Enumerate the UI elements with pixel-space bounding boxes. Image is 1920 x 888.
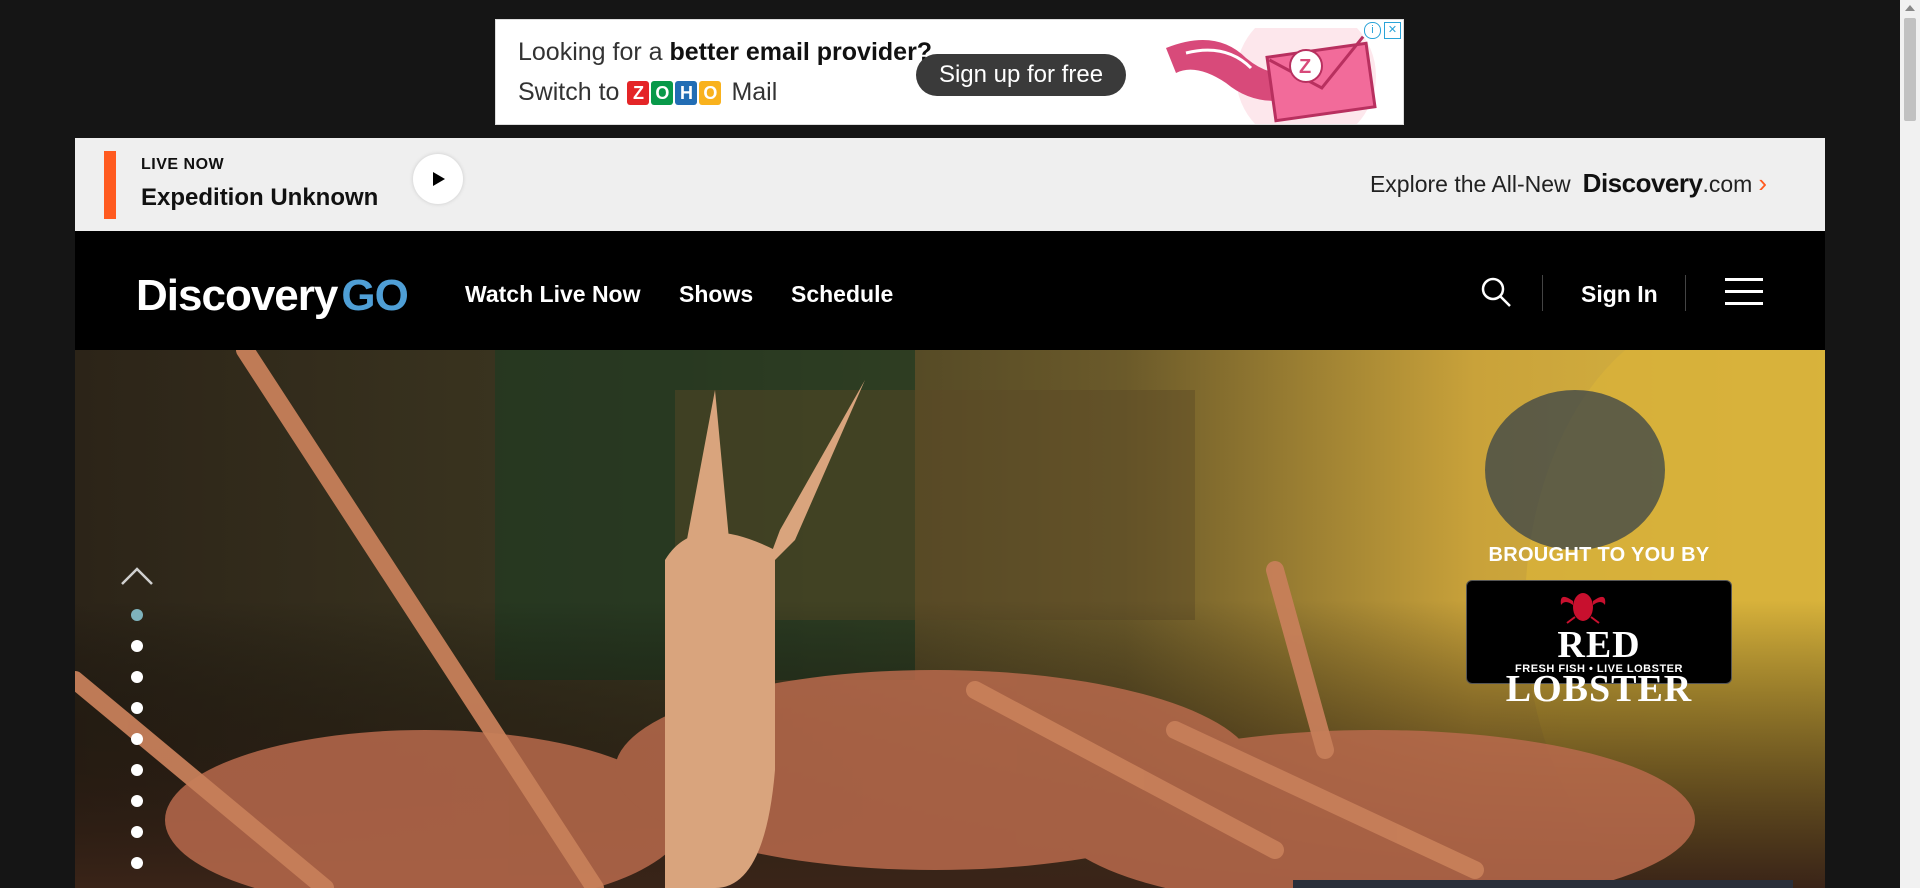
carousel-dot[interactable] [131,702,143,714]
search-icon [1481,277,1511,307]
explore-suffix: .com [1702,171,1753,197]
ad-banner[interactable]: Looking for a better email provider? Swi… [495,19,1404,125]
discovery-brand: Discovery [1582,168,1703,198]
play-icon [433,172,445,186]
explore-prefix: Explore the All-New [1369,171,1571,197]
next-content-peek [1293,880,1793,888]
carousel-dot[interactable] [131,795,143,807]
lobster-icon [1560,593,1606,624]
main-navigation: DiscoveryGO Watch Live Now Shows Schedul… [75,231,1825,350]
ad-choices[interactable]: i ✕ [1364,22,1401,39]
zoho-letter: H [675,80,698,105]
carousel-dot[interactable] [131,826,143,838]
live-now-label: LIVE NOW [141,156,225,173]
ad-info-icon[interactable]: i [1364,22,1381,39]
sponsor-label: BROUGHT TO YOU BY [1488,544,1710,566]
carousel-dot[interactable] [131,764,143,776]
carousel-pagination [131,609,143,888]
sponsor-block: BROUGHT TO YOU BY RED LOBSTER FRESH FISH… [1466,544,1732,710]
chevron-right-icon: › [1758,168,1767,198]
zoho-letter: O [699,80,722,105]
play-button[interactable] [413,154,463,204]
carousel-dot[interactable] [131,733,143,745]
hamburger-menu-icon[interactable] [1725,278,1763,306]
page-scrollbar[interactable] [1900,0,1920,888]
logo-go: GO [341,271,408,320]
ad-subline: Switch to Z O H O Mail [518,78,777,107]
nav-shows[interactable]: Shows [679,281,753,308]
ad-signup-button[interactable]: Sign up for free [916,54,1126,96]
zoho-letter: Z [627,80,650,105]
sponsor-tagline: FRESH FISH • LIVE LOBSTER [1515,663,1683,675]
scroll-up-arrow-icon[interactable] [1905,5,1915,11]
live-now-bar: LIVE NOW Expedition Unknown Explore the … [75,138,1825,231]
ad-headline: Looking for a better email provider? [518,38,932,67]
zoho-logo: Z O H O [627,80,723,105]
scrollbar-thumb[interactable] [1904,18,1916,121]
ad-headline-prefix: Looking for a [518,38,670,66]
sign-in-button[interactable]: Sign In [1581,281,1658,308]
ad-close-icon[interactable]: ✕ [1384,22,1401,39]
ad-product: Mail [731,78,778,106]
chevron-up-icon[interactable] [120,566,154,586]
live-accent-bar [104,151,116,219]
nav-schedule[interactable]: Schedule [791,281,893,308]
envelope-icon: Z [1166,28,1377,124]
carousel-dot[interactable] [131,857,143,869]
ad-headline-bold: better email provider? [669,38,933,66]
nav-divider [1542,275,1543,311]
svg-text:Z: Z [1299,56,1311,78]
carousel-dot[interactable] [131,609,143,621]
nav-watch-live-now[interactable]: Watch Live Now [465,281,641,308]
zoho-letter: O [651,80,674,105]
carousel-dot[interactable] [131,671,143,683]
discovery-go-logo[interactable]: DiscoveryGO [136,271,409,321]
explore-discovery-link[interactable]: Explore the All-New Discovery .com › [1370,168,1767,199]
search-button[interactable] [1480,276,1512,313]
carousel-dot[interactable] [131,640,143,652]
red-lobster-logo[interactable]: RED LOBSTER FRESH FISH • LIVE LOBSTER [1466,580,1732,710]
ad-subline-prefix: Switch to [518,78,620,106]
nav-divider [1685,275,1686,311]
live-show-title[interactable]: Expedition Unknown [141,184,378,212]
logo-main: Discovery [136,271,338,320]
